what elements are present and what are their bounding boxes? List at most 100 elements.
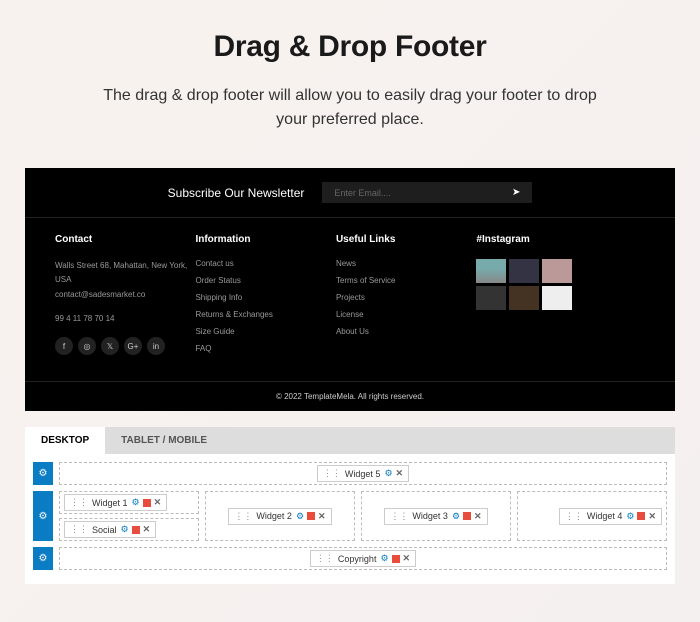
footer-preview: Subscribe Our Newsletter Enter Email....…: [25, 168, 675, 411]
link[interactable]: Order Status: [195, 276, 335, 285]
widget-label: Widget 1: [92, 498, 128, 508]
link[interactable]: Size Guide: [195, 327, 335, 336]
row-settings-button[interactable]: ⚙: [33, 491, 53, 541]
close-icon[interactable]: ✕: [648, 511, 656, 522]
instagram-grid: [476, 259, 645, 310]
contact-address2: contact@sadesmarket.co: [55, 288, 195, 302]
email-placeholder: Enter Email....: [334, 188, 391, 198]
duplicate-icon[interactable]: [637, 512, 645, 520]
widget-label: Widget 5: [345, 469, 381, 479]
grip-icon: ⋮⋮: [323, 468, 341, 479]
drop-slot[interactable]: ⋮⋮ Widget 4 ⚙ ✕: [517, 491, 667, 541]
link[interactable]: Projects: [336, 293, 476, 302]
close-icon[interactable]: ✕: [474, 511, 482, 522]
information-links: Contact us Order Status Shipping Info Re…: [195, 259, 335, 353]
close-icon[interactable]: ✕: [396, 468, 404, 479]
duplicate-icon[interactable]: [392, 555, 400, 563]
widget-2[interactable]: ⋮⋮ Widget 2 ⚙✕: [228, 508, 331, 525]
contact-heading: Contact: [55, 234, 195, 245]
widget-5[interactable]: ⋮⋮ Widget 5 ⚙ ✕: [317, 465, 409, 482]
widget-1[interactable]: ⋮⋮ Widget 1 ⚙✕: [64, 494, 167, 511]
widget-3[interactable]: ⋮⋮ Widget 3 ⚙✕: [384, 508, 487, 525]
gear-icon: ⚙: [39, 468, 48, 479]
link[interactable]: Terms of Service: [336, 276, 476, 285]
link[interactable]: Shipping Info: [195, 293, 335, 302]
insta-thumb[interactable]: [542, 286, 572, 310]
grip-icon: ⋮⋮: [390, 511, 408, 522]
tab-desktop[interactable]: DESKTOP: [25, 427, 105, 454]
drop-slot[interactable]: ⋮⋮ Widget 5 ⚙ ✕: [59, 462, 667, 485]
builder-tabs: DESKTOP TABLET / MOBILE: [25, 427, 675, 454]
row-settings-button[interactable]: ⚙: [33, 462, 53, 485]
insta-thumb[interactable]: [509, 259, 539, 283]
builder-row-2: ⚙ ⋮⋮ Widget 1 ⚙ ✕ ⋮⋮: [33, 491, 667, 541]
link[interactable]: License: [336, 310, 476, 319]
instagram-col: #Instagram: [476, 234, 645, 361]
insta-thumb[interactable]: [509, 286, 539, 310]
gear-icon[interactable]: ⚙: [132, 497, 140, 508]
grip-icon: ⋮⋮: [316, 553, 334, 564]
gear-icon[interactable]: ⚙: [452, 511, 460, 522]
drop-slot[interactable]: ⋮⋮ Copyright ⚙ ✕: [59, 547, 667, 570]
contact-phone: 99 4 11 78 70 14: [55, 314, 195, 323]
information-col: Information Contact us Order Status Ship…: [195, 234, 335, 361]
grip-icon: ⋮⋮: [565, 511, 583, 522]
contact-address1: Walls Street 68, Mahattan, New York, USA: [55, 259, 195, 288]
drop-slot[interactable]: ⋮⋮ Social ⚙ ✕: [59, 518, 199, 541]
insta-thumb[interactable]: [476, 286, 506, 310]
twitter-icon[interactable]: 𝕏: [101, 337, 119, 355]
widget-4[interactable]: ⋮⋮ Widget 4 ⚙ ✕: [559, 508, 662, 525]
close-icon[interactable]: ✕: [143, 524, 151, 535]
gear-icon[interactable]: ⚙: [626, 511, 634, 522]
facebook-icon[interactable]: f: [55, 337, 73, 355]
gear-icon[interactable]: ⚙: [384, 468, 392, 479]
link[interactable]: FAQ: [195, 344, 335, 353]
close-icon[interactable]: ✕: [154, 497, 162, 508]
send-icon[interactable]: ➤: [512, 187, 520, 198]
widget-label: Social: [92, 525, 117, 535]
insta-thumb[interactable]: [476, 259, 506, 283]
builder: DESKTOP TABLET / MOBILE ⚙ ⋮⋮ Widget 5 ⚙ ✕: [25, 427, 675, 584]
builder-body: ⚙ ⋮⋮ Widget 5 ⚙ ✕ ⚙: [25, 454, 675, 584]
insta-thumb[interactable]: [542, 259, 572, 283]
row-settings-button[interactable]: ⚙: [33, 547, 53, 570]
link[interactable]: Contact us: [195, 259, 335, 268]
instagram-icon[interactable]: ◎: [78, 337, 96, 355]
useful-col: Useful Links News Terms of Service Proje…: [336, 234, 476, 361]
gear-icon[interactable]: ⚙: [296, 511, 304, 522]
widget-label: Widget 4: [587, 511, 623, 521]
gear-icon[interactable]: ⚙: [380, 553, 388, 564]
linkedin-icon[interactable]: in: [147, 337, 165, 355]
link[interactable]: News: [336, 259, 476, 268]
drop-slot[interactable]: ⋮⋮ Widget 1 ⚙✕: [59, 491, 199, 514]
builder-row-3: ⚙ ⋮⋮ Copyright ⚙ ✕: [33, 547, 667, 570]
duplicate-icon[interactable]: [307, 512, 315, 520]
email-input-wrap[interactable]: Enter Email.... ➤: [322, 182, 532, 203]
close-icon[interactable]: ✕: [403, 553, 411, 564]
grip-icon: ⋮⋮: [234, 511, 252, 522]
builder-row-1: ⚙ ⋮⋮ Widget 5 ⚙ ✕: [33, 462, 667, 485]
widget-label: Copyright: [338, 554, 377, 564]
information-heading: Information: [195, 234, 335, 245]
gear-icon: ⚙: [39, 511, 48, 522]
tab-tablet-mobile[interactable]: TABLET / MOBILE: [105, 427, 223, 454]
link[interactable]: About Us: [336, 327, 476, 336]
widget-copyright[interactable]: ⋮⋮ Copyright ⚙ ✕: [310, 550, 416, 567]
copyright-bar: © 2022 TemplateMela. All rights reserved…: [25, 381, 675, 411]
close-icon[interactable]: ✕: [318, 511, 326, 522]
gear-icon[interactable]: ⚙: [121, 524, 129, 535]
widget-social[interactable]: ⋮⋮ Social ⚙ ✕: [64, 521, 156, 538]
grip-icon: ⋮⋮: [70, 524, 88, 535]
drop-slot[interactable]: ⋮⋮ Widget 2 ⚙✕: [205, 491, 355, 541]
link[interactable]: Returns & Exchanges: [195, 310, 335, 319]
page-title: Drag & Drop Footer: [25, 30, 675, 64]
drop-slot[interactable]: ⋮⋮ Widget 3 ⚙✕: [361, 491, 511, 541]
duplicate-icon[interactable]: [132, 526, 140, 534]
gear-icon: ⚙: [39, 553, 48, 564]
instagram-heading: #Instagram: [476, 234, 645, 245]
googleplus-icon[interactable]: G+: [124, 337, 142, 355]
duplicate-icon[interactable]: [143, 499, 151, 507]
duplicate-icon[interactable]: [463, 512, 471, 520]
newsletter-bar: Subscribe Our Newsletter Enter Email....…: [25, 168, 675, 218]
useful-links: News Terms of Service Projects License A…: [336, 259, 476, 336]
